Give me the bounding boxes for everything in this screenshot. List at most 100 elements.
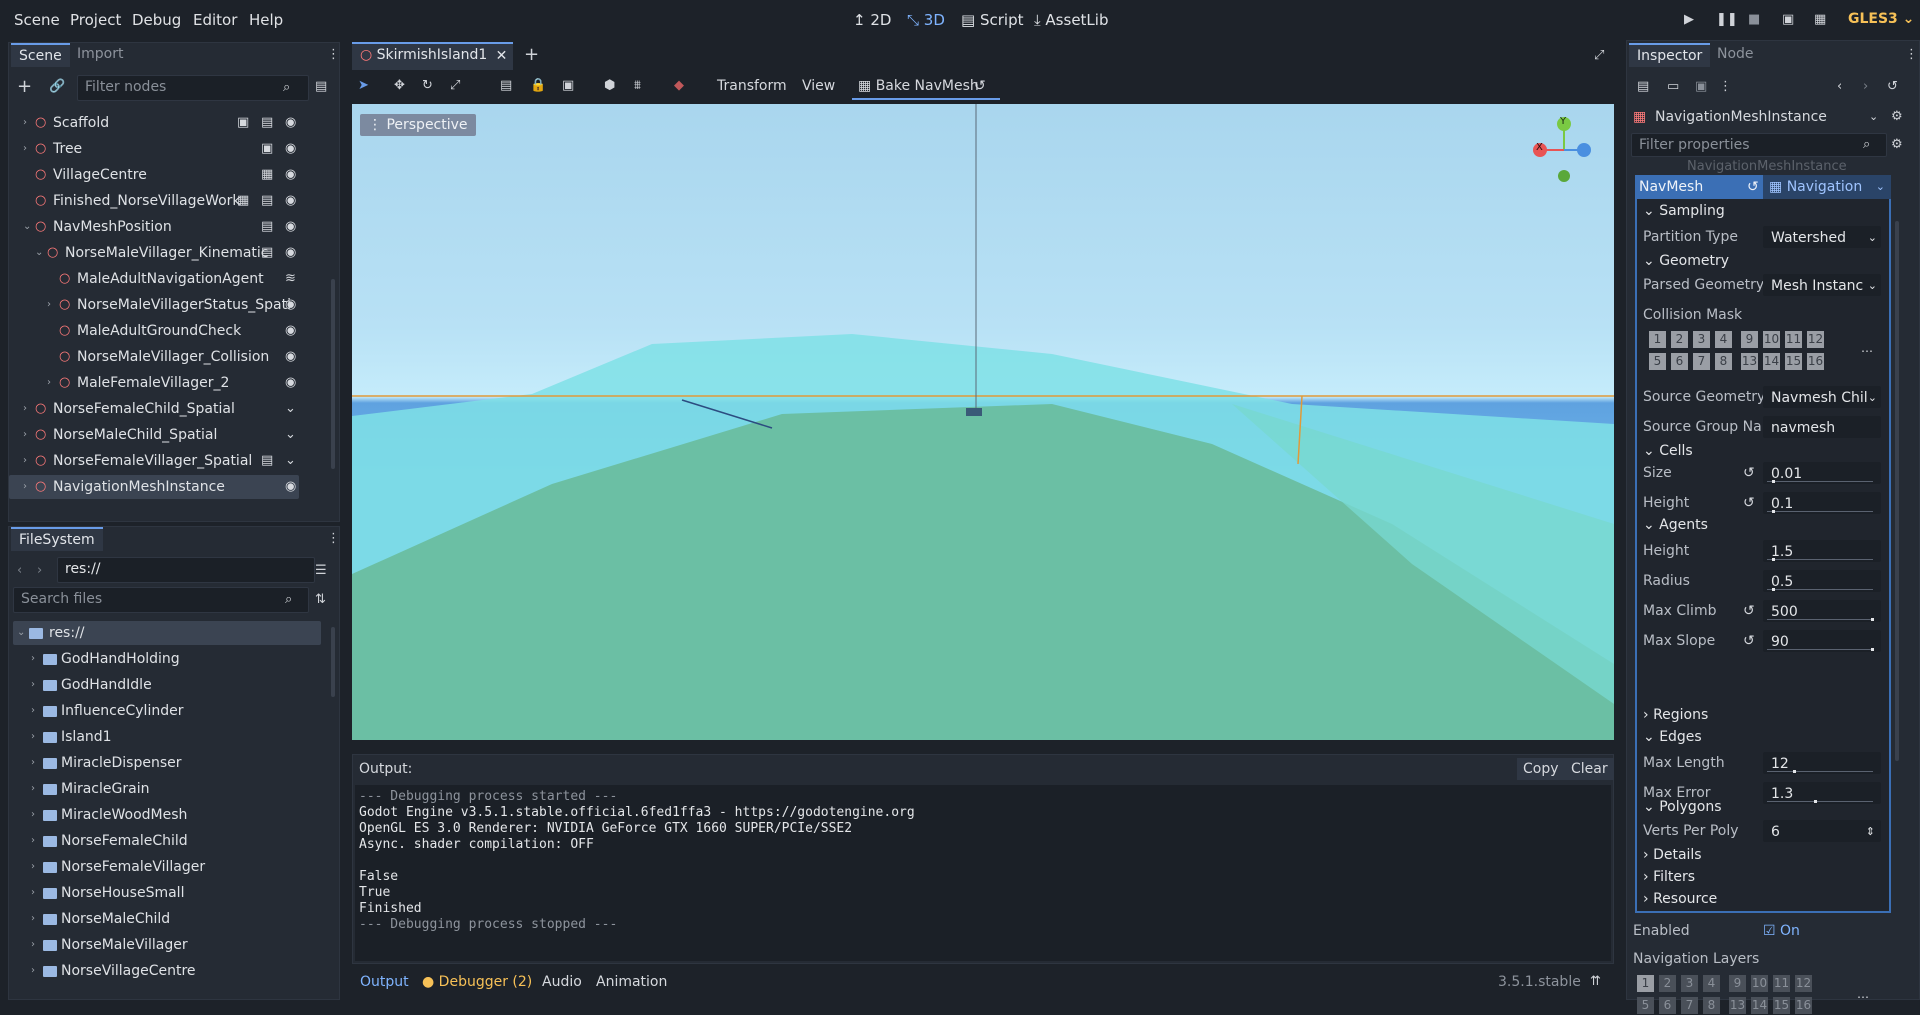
folder-row[interactable]: › InfluenceCylinder	[9, 699, 319, 723]
folder-row[interactable]: › MiracleGrain	[9, 777, 319, 801]
tab-animation[interactable]: Animation	[596, 974, 667, 990]
folder-row[interactable]: › GodHandIdle	[9, 673, 319, 697]
workspace-2d-button[interactable]: ↥ 2D	[853, 11, 891, 29]
chevron-right-icon[interactable]: ›	[31, 751, 35, 775]
folder-row[interactable]: › NorseMaleVillager	[9, 933, 319, 957]
revert-icon[interactable]: ↺	[1743, 461, 1755, 485]
camera-preview-icon[interactable]: ◆	[674, 78, 684, 94]
move-tool-icon[interactable]: ✥	[394, 78, 405, 94]
sort-icon[interactable]: ⇅	[315, 592, 326, 608]
resource-menu-icon[interactable]: ⋮	[1719, 79, 1732, 95]
layer-bit[interactable]: 16	[1807, 353, 1824, 370]
perspective-menu[interactable]: ⋮ Perspective	[360, 114, 476, 136]
property-value-slider[interactable]: 1.5	[1763, 540, 1881, 562]
stop-icon[interactable]: ■	[1748, 12, 1760, 28]
verts-per-poly-spinbox[interactable]: 6 ⇕	[1763, 820, 1881, 842]
history-forward-icon[interactable]: ›	[1863, 79, 1868, 95]
chevron-right-icon[interactable]: ›	[31, 829, 35, 853]
slider-grabber[interactable]	[1871, 648, 1874, 651]
history-back-icon[interactable]: ‹	[1837, 79, 1842, 95]
scale-tool-icon[interactable]: ⤢	[450, 78, 460, 94]
lock-icon[interactable]: 🔒	[530, 78, 546, 94]
visibility-icon[interactable]: ◉	[285, 111, 296, 135]
node-status-icon[interactable]: ▤	[261, 241, 273, 265]
save-resource-icon[interactable]: ▣	[1695, 79, 1707, 95]
visibility-icon[interactable]: ◉	[285, 137, 296, 161]
play-custom-scene-icon[interactable]: ▦	[1814, 12, 1826, 28]
section-cells[interactable]: ⌄ Cells	[1643, 441, 1693, 461]
layer-bit[interactable]: 8	[1715, 353, 1732, 370]
rotate-tool-icon[interactable]: ↻	[422, 78, 433, 94]
node-status-icon[interactable]: ▣	[237, 111, 249, 135]
chevron-right-icon[interactable]: ›	[31, 777, 35, 801]
chevron-right-icon[interactable]: ›	[31, 699, 35, 723]
folder-row[interactable]: › NorseHouseSmall	[9, 881, 319, 905]
workspace-assetlib-button[interactable]: ⤓ AssetLib	[1034, 11, 1108, 29]
slider-grabber[interactable]	[1772, 510, 1776, 513]
folder-row[interactable]: › NorseFemaleChild	[9, 829, 319, 853]
layer-bit[interactable]: 4	[1703, 975, 1720, 992]
section-geometry[interactable]: ⌄ Geometry	[1643, 251, 1729, 271]
chevron-right-icon[interactable]: ›	[31, 881, 35, 905]
visibility-icon[interactable]: ◉	[285, 345, 296, 369]
view-menu[interactable]: View	[802, 78, 835, 94]
chevron-right-icon[interactable]: ›	[31, 933, 35, 957]
select-tool-icon[interactable]: ➤	[358, 78, 369, 94]
node-status-icon[interactable]: ▦	[261, 163, 273, 187]
visibility-icon[interactable]: ◉	[285, 163, 296, 187]
section-edges[interactable]: ⌄ Edges	[1643, 727, 1702, 747]
property-value-slider[interactable]: 500	[1763, 600, 1881, 622]
folder-row[interactable]: › Island1	[9, 725, 319, 749]
navigation-layers-grid[interactable]: 1 2 3 4 9 10 11 12 5 6 7 8 13 14 15 16	[1637, 975, 1827, 1015]
tree-node-row[interactable]: › ○ NorseMaleChild_Spatial ⌄	[9, 423, 299, 447]
tab-inspector[interactable]: Inspector	[1629, 43, 1711, 67]
node-status-icon[interactable]: ▤	[261, 111, 273, 135]
layer-bit[interactable]: 10	[1763, 331, 1780, 348]
layer-bit[interactable]: 2	[1671, 331, 1688, 348]
section-resource[interactable]: › Resource	[1643, 889, 1717, 909]
path-field[interactable]: res://	[57, 557, 315, 583]
chevron-right-icon[interactable]: ›	[23, 475, 27, 499]
tab-filesystem[interactable]: FileSystem	[11, 527, 103, 551]
node-status-icon[interactable]: ▤	[261, 189, 273, 213]
tab-node[interactable]: Node	[1709, 43, 1762, 67]
layer-bit[interactable]: 16	[1795, 997, 1812, 1014]
slider-grabber[interactable]	[1772, 588, 1776, 591]
layer-bit[interactable]: 14	[1763, 353, 1780, 370]
enabled-checkbox[interactable]: ☑ On	[1763, 919, 1800, 943]
layer-bit[interactable]: 11	[1773, 975, 1790, 992]
chevron-right-icon[interactable]: ›	[23, 137, 27, 161]
chevron-right-icon[interactable]: ›	[47, 293, 51, 317]
tab-audio[interactable]: Audio	[542, 974, 582, 990]
new-resource-icon[interactable]: ▤	[1637, 79, 1649, 95]
dock-menu-icon[interactable]: ⋮	[327, 531, 340, 547]
layer-bit[interactable]: 5	[1649, 353, 1666, 370]
visibility-icon[interactable]: ◉	[285, 241, 296, 265]
visibility-icon[interactable]: ◉	[285, 189, 296, 213]
chevron-down-icon[interactable]: ⌄	[35, 241, 43, 265]
tree-node-row[interactable]: › ○ MaleFemaleVillager_2 ◉	[9, 371, 299, 395]
folder-row[interactable]: › NorseMaleChild	[9, 907, 319, 931]
tree-node-row[interactable]: › ○ NavigationMeshInstance ◉	[9, 475, 299, 499]
group-icon[interactable]: ▣	[562, 78, 574, 94]
property-value-slider[interactable]: 0.01	[1763, 462, 1881, 484]
folder-row[interactable]: › MiracleDispenser	[9, 751, 319, 775]
property-value-slider[interactable]: 0.1	[1763, 492, 1881, 514]
layer-bit[interactable]: 9	[1741, 331, 1758, 348]
forward-icon[interactable]: ›	[37, 563, 42, 579]
node-status-icon[interactable]: ⌄	[285, 423, 296, 447]
visibility-icon[interactable]: ◉	[285, 215, 296, 239]
revert-icon[interactable]: ↺	[1743, 629, 1755, 653]
layer-bit[interactable]: 4	[1715, 331, 1732, 348]
chevron-right-icon[interactable]: ›	[31, 725, 35, 749]
property-value-slider[interactable]: 1.3	[1763, 782, 1881, 804]
menu-help[interactable]: Help	[249, 11, 283, 29]
layer-bit[interactable]: 6	[1671, 353, 1688, 370]
collision-mask-grid[interactable]: 1 2 3 4 9 10 11 12 5 6 7 8 13 14 15 16	[1649, 331, 1839, 375]
workspace-3d-button[interactable]: ⤡ 3D	[907, 11, 945, 29]
layer-bit[interactable]: 1	[1649, 331, 1666, 348]
menu-debug[interactable]: Debug	[132, 11, 181, 29]
new-tab-icon[interactable]: +	[524, 46, 539, 64]
filter-nodes-input[interactable]: Filter nodes	[77, 75, 309, 101]
link-icon[interactable]: 🔗	[49, 79, 65, 95]
